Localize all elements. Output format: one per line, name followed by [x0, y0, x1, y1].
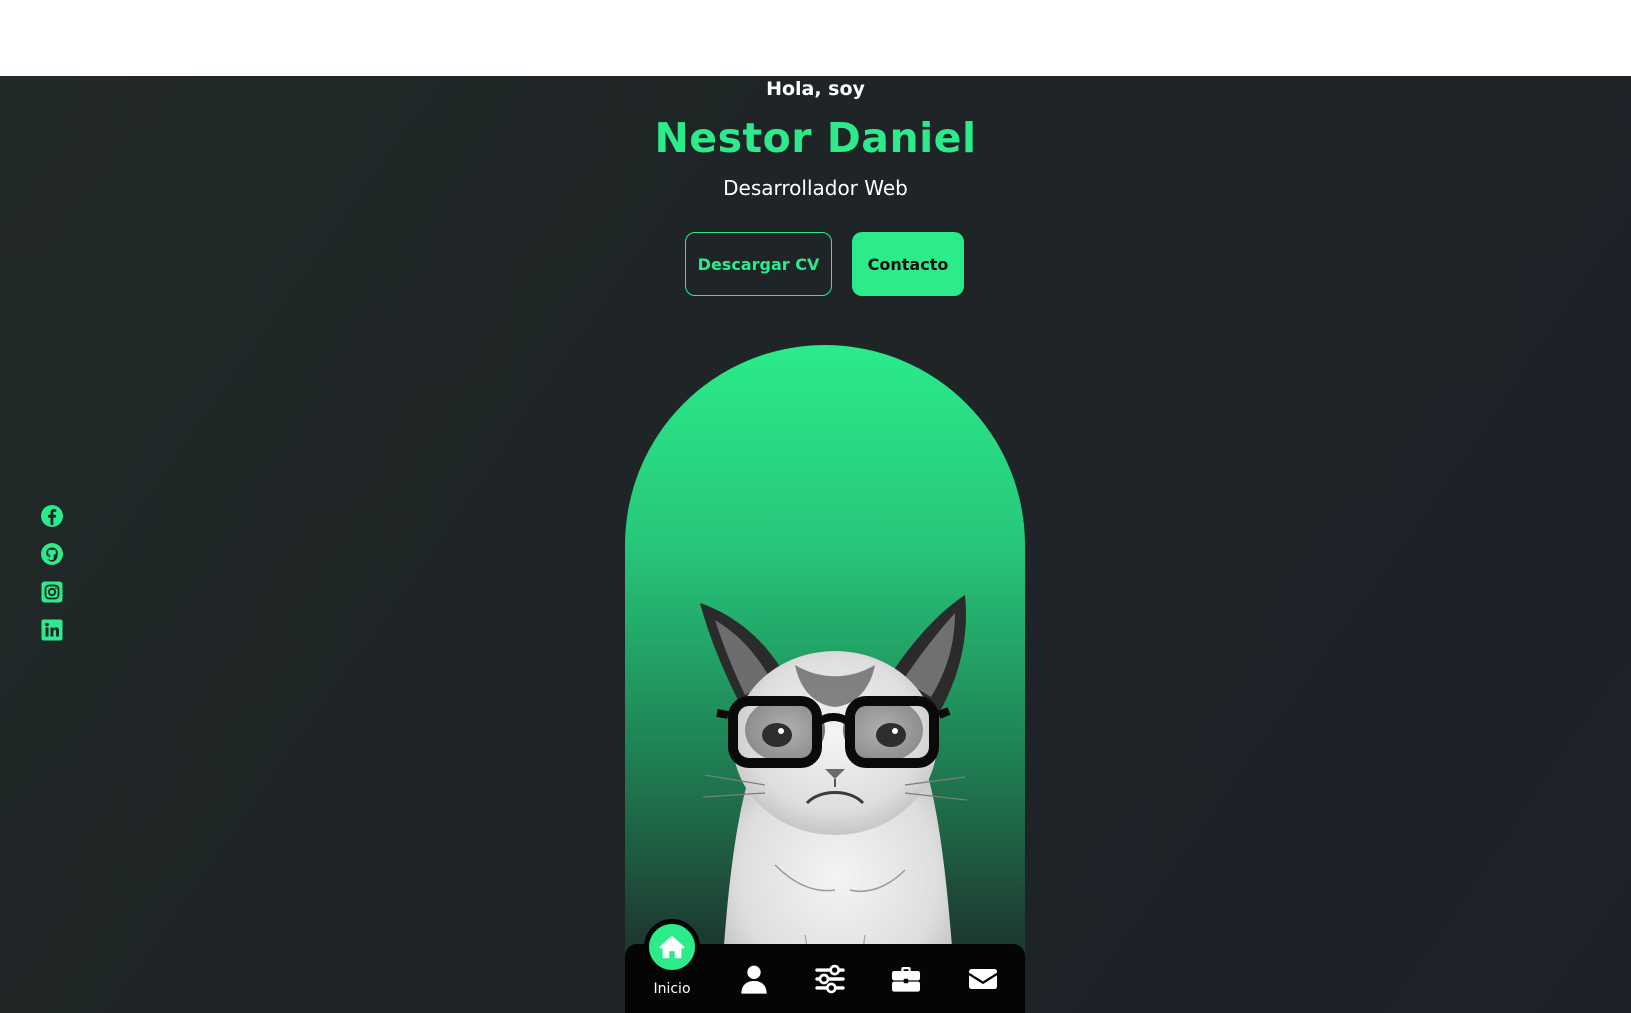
nav-item-skills[interactable] [812, 961, 848, 997]
grumpy-cat-illustration [700, 595, 968, 1013]
sliders-icon [815, 964, 845, 994]
greeting-text: Hola, soy [766, 78, 865, 100]
instagram-icon[interactable] [40, 580, 64, 604]
github-icon[interactable] [40, 542, 64, 566]
hero-role: Desarrollador Web [723, 176, 908, 200]
envelope-icon [969, 969, 997, 989]
hero-section: Hola, soy Nestor Daniel Desarrollador We… [0, 76, 1631, 1013]
contact-button[interactable]: Contacto [852, 232, 964, 296]
briefcase-icon [892, 967, 920, 992]
facebook-icon[interactable] [40, 504, 64, 528]
nav-item-about[interactable] [736, 961, 772, 997]
home-icon [659, 935, 685, 959]
user-icon [741, 965, 767, 994]
nav-item-contact[interactable] [965, 961, 1001, 997]
linkedin-icon[interactable] [40, 618, 64, 642]
nav-item-portfolio[interactable] [888, 961, 924, 997]
bottom-nav: Inicio [625, 919, 1025, 1013]
top-bar [0, 0, 1631, 76]
nav-home-label: Inicio [653, 981, 691, 997]
hero-name: Nestor Daniel [654, 114, 977, 162]
download-cv-button[interactable]: Descargar CV [685, 232, 832, 296]
profile-arch [625, 345, 1025, 1013]
nav-item-home[interactable]: Inicio [644, 919, 700, 1009]
home-icon-circle [644, 919, 700, 975]
social-links [40, 504, 64, 656]
